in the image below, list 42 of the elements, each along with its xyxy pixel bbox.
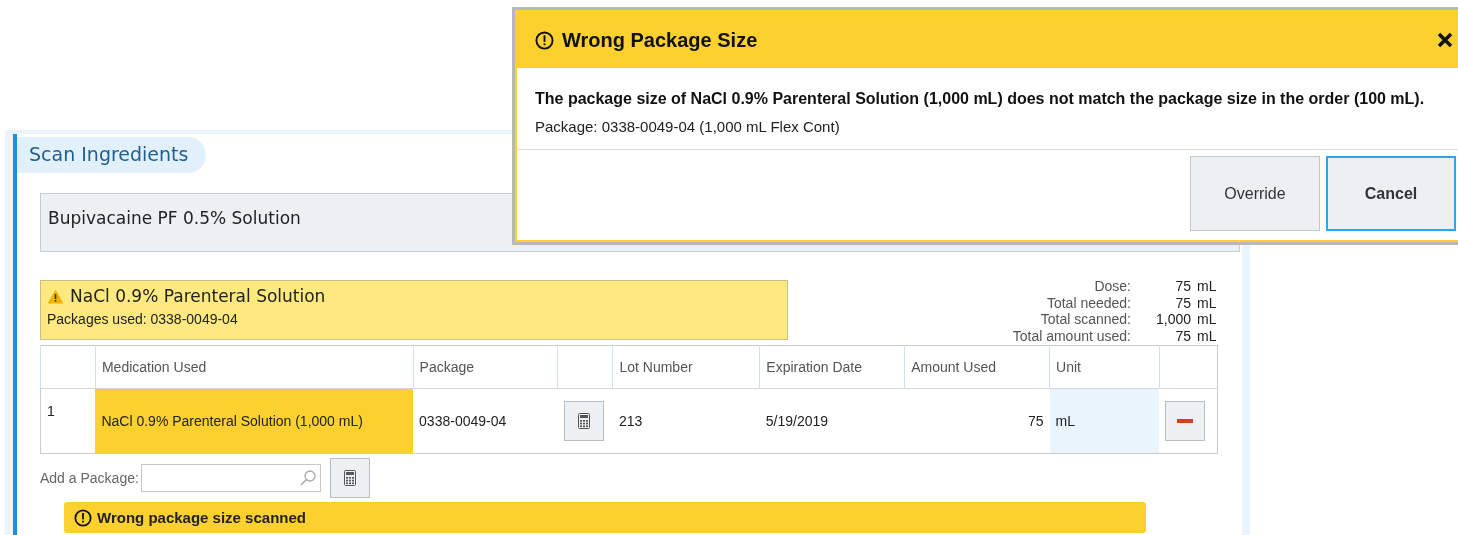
minus-icon	[1177, 419, 1194, 423]
summary-unit: mL	[1196, 328, 1218, 345]
table-cell: NaCl 0.9% Parenteral Solution (1,000 mL)	[95, 388, 414, 454]
add-package-label: Add a Package:	[40, 470, 139, 486]
summary-value: 1,000	[1154, 312, 1191, 329]
close-icon	[1437, 32, 1453, 48]
dialog-message: The package size of NaCl 0.9% Parenteral Solution (1,000 mL) does not match the package size in the order (100 mL).	[535, 90, 1426, 108]
row-number: 1	[40, 388, 96, 454]
dialog-button[interactable]: Override	[1190, 156, 1320, 231]
summary-unit: mL	[1196, 279, 1218, 296]
add-package-field[interactable]	[140, 464, 321, 492]
packages-used: Packages used: 0338-0049-04	[47, 311, 239, 327]
summary-label: Total scanned:	[1039, 312, 1131, 329]
table-cell: 0338-0049-04	[413, 388, 558, 454]
table-cell: mL	[1049, 388, 1160, 454]
calculator-button[interactable]	[563, 401, 604, 441]
calculator-icon	[577, 413, 590, 429]
summary-value: 75	[1174, 328, 1191, 345]
exclamation-circle-icon	[535, 30, 554, 50]
calculator-button[interactable]	[329, 458, 370, 498]
ingredient-name: NaCl 0.9% Parenteral Solution	[70, 286, 326, 306]
dialog-detail: Package: 0338-0049-04 (1,000 mL Flex Cont)	[535, 118, 841, 135]
search-icon	[299, 470, 316, 486]
summary-unit: mL	[1196, 295, 1218, 312]
summary-value: 75	[1174, 279, 1191, 296]
table-cell: 75	[904, 388, 1050, 454]
summary-value: 75	[1174, 295, 1191, 312]
dialog-title: Wrong Package Size	[562, 28, 759, 52]
dialog-button[interactable]: Cancel	[1326, 156, 1456, 231]
exclamation-circle-icon	[74, 508, 92, 527]
summary-label: Dose:	[1093, 279, 1131, 296]
calculator-icon	[343, 470, 356, 486]
section-title: Scan Ingredients	[17, 137, 207, 173]
close-button[interactable]	[1437, 32, 1453, 48]
warning-icon	[47, 288, 64, 304]
remove-button[interactable]	[1165, 401, 1206, 441]
table-cell: 213	[612, 388, 760, 454]
table-cell: 5/19/2019	[759, 388, 905, 454]
summary-label: Total amount used:	[1011, 328, 1131, 345]
summary-unit: mL	[1196, 312, 1218, 329]
summary-label: Total needed:	[1045, 295, 1131, 312]
alert-text: Wrong package size scanned	[97, 509, 306, 526]
